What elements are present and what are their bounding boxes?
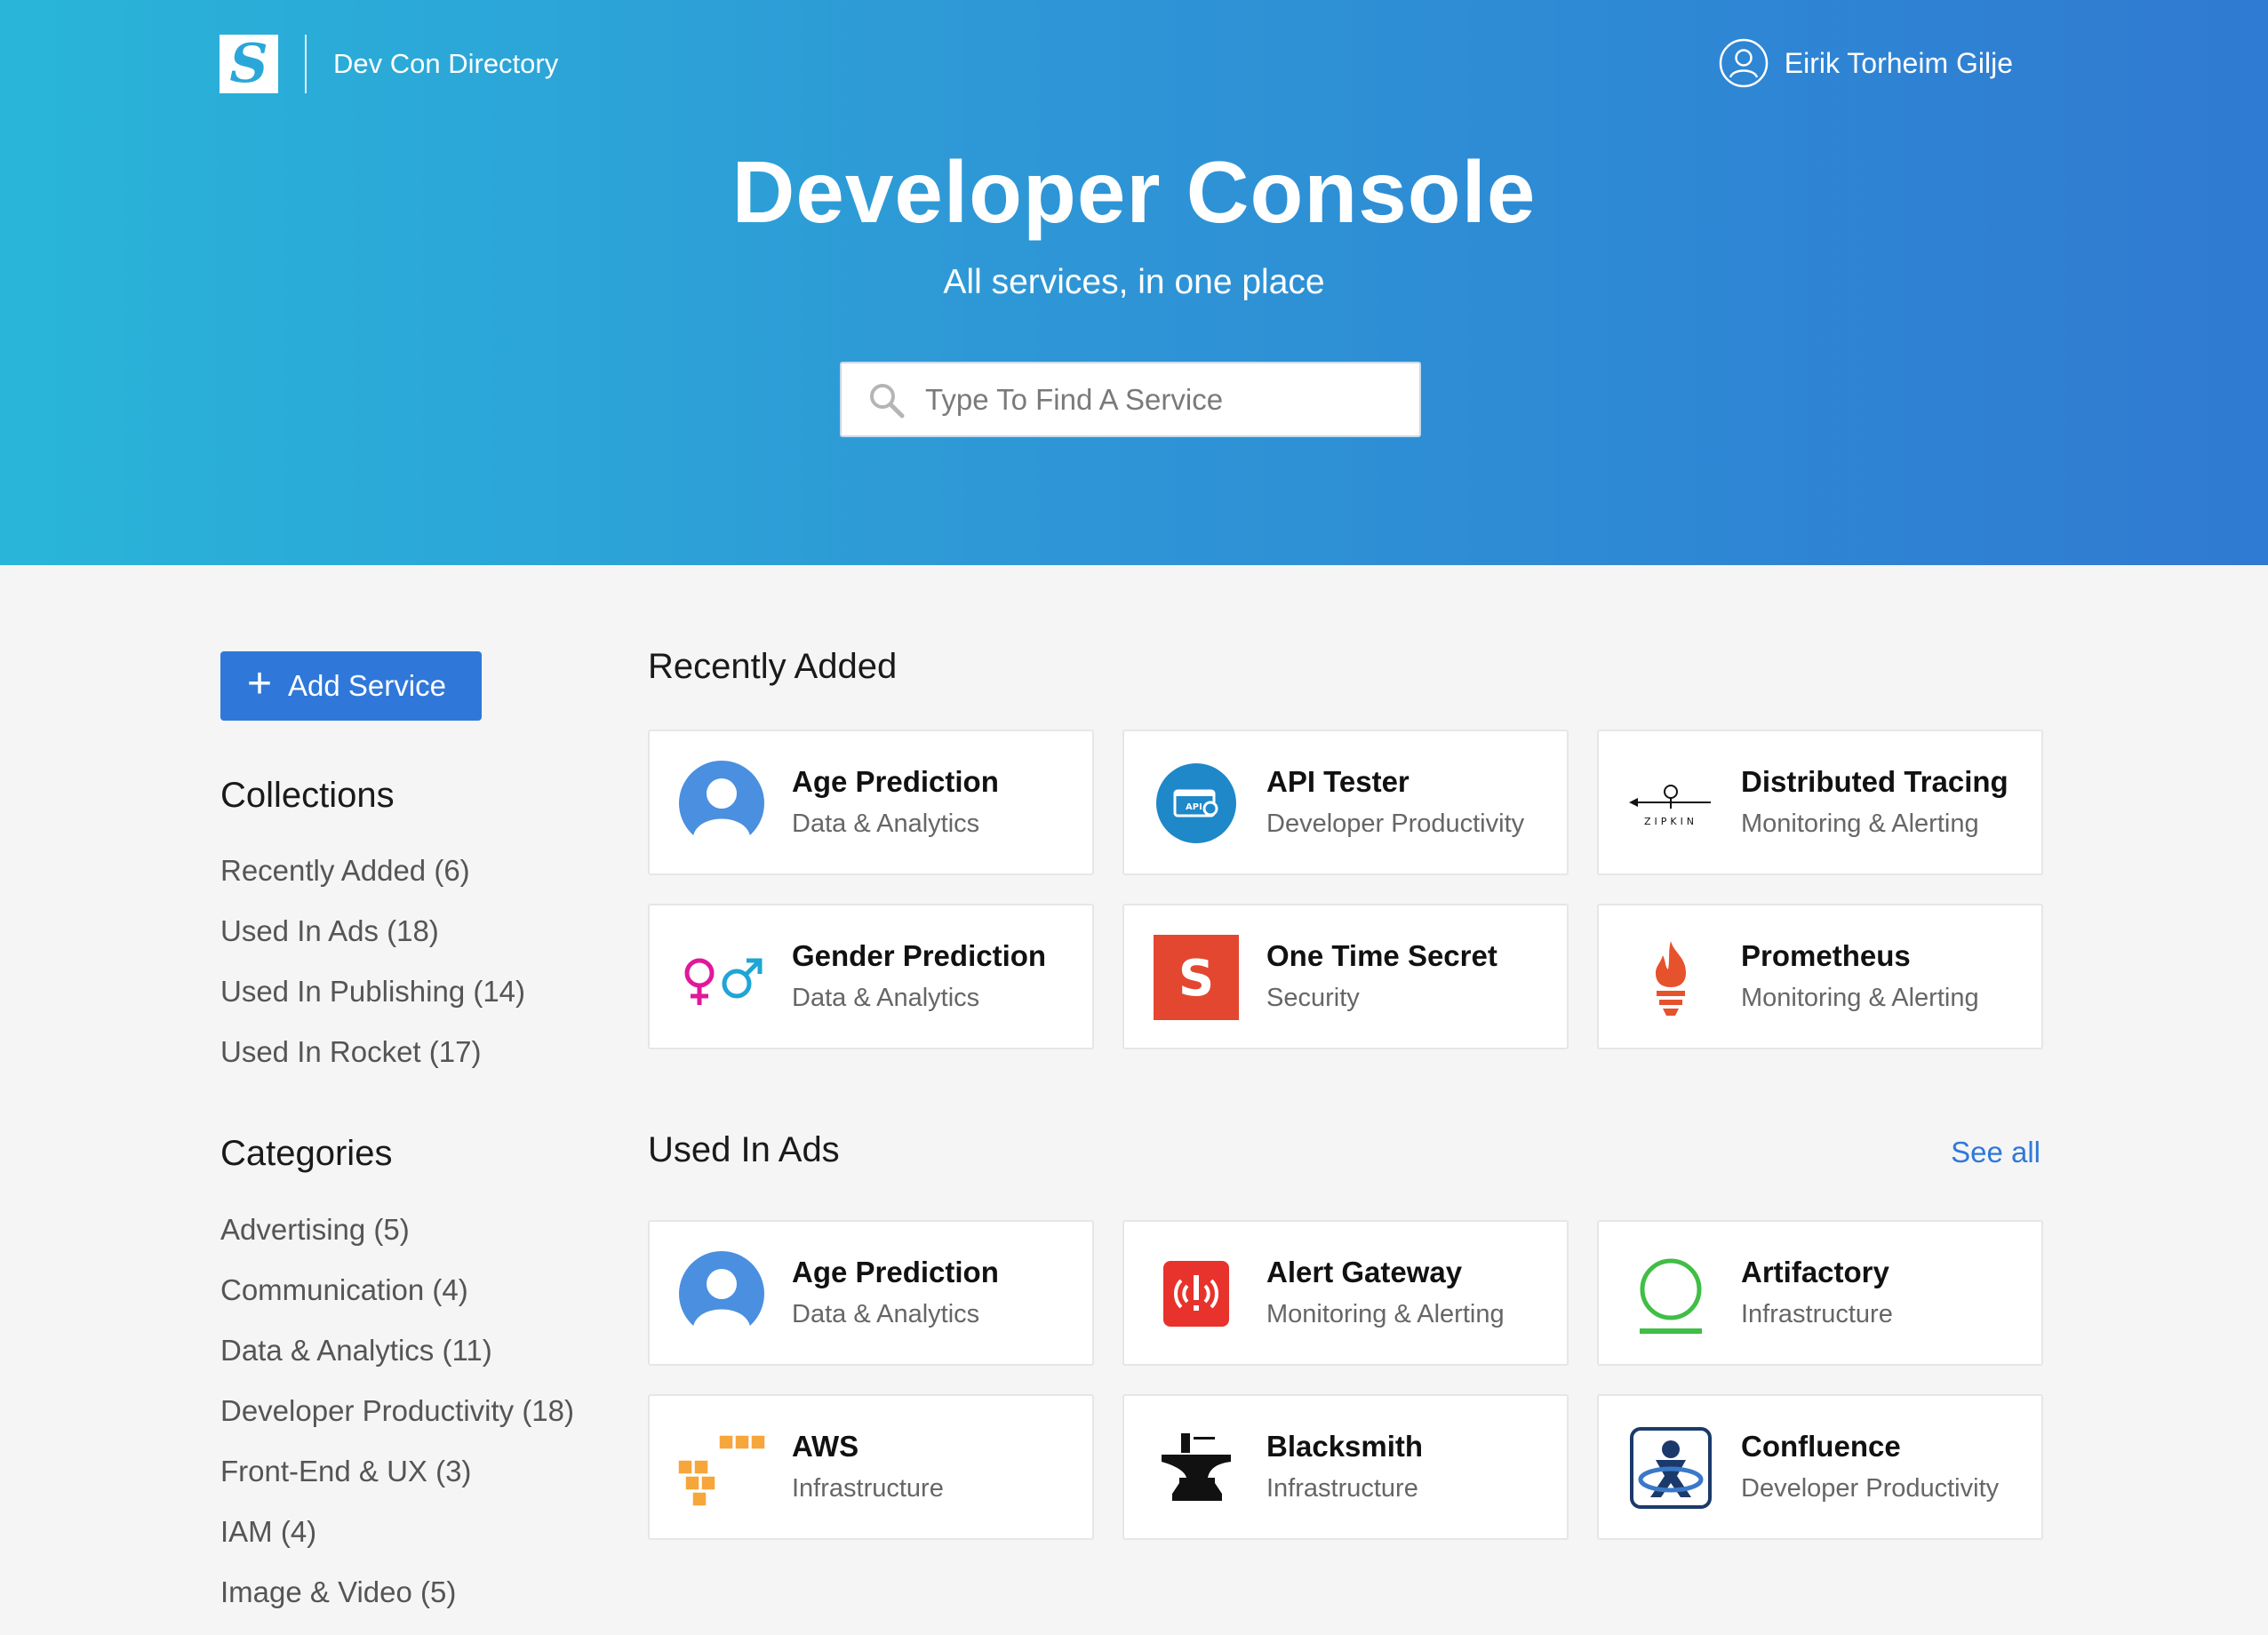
category-link[interactable]: Data & Analytics (11) <box>220 1333 574 1393</box>
prometheus-icon <box>1627 934 1714 1021</box>
hero-header: S Dev Con Directory Eirik Torheim Gilje … <box>0 0 2268 565</box>
section-title-recently-added: Recently Added <box>648 647 898 686</box>
add-service-button[interactable]: + Add Service <box>220 651 482 721</box>
alert-icon <box>1153 1250 1240 1337</box>
collections-list: Recently Added (6) Used In Ads (18) Used… <box>220 853 525 1095</box>
service-card[interactable]: Gender Prediction Data & Analytics <box>648 904 1094 1049</box>
user-avatar-icon <box>1719 38 1768 88</box>
category-link[interactable]: Front-End & UX (3) <box>220 1454 574 1514</box>
categories-heading: Categories <box>220 1134 393 1173</box>
avatar-icon <box>678 1250 765 1337</box>
service-card[interactable]: S One Time Secret Security <box>1122 904 1569 1049</box>
service-name: Prometheus <box>1741 939 1911 972</box>
logo-divider <box>305 35 307 93</box>
category-link[interactable]: Image & Video (5) <box>220 1575 574 1635</box>
anvil-icon <box>1153 1424 1240 1511</box>
service-card[interactable]: Prometheus Monitoring & Alerting <box>1597 904 2043 1049</box>
collection-link[interactable]: Used In Ads (18) <box>220 913 525 974</box>
search-box[interactable] <box>840 362 1421 437</box>
avatar-icon <box>678 760 765 847</box>
service-name: Confluence <box>1741 1430 1901 1463</box>
service-card[interactable]: Age Prediction Data & Analytics <box>648 1220 1094 1366</box>
secret-icon: S <box>1153 934 1240 1021</box>
plus-icon: + <box>247 660 273 707</box>
service-card[interactable]: Artifactory Infrastructure <box>1597 1220 2043 1366</box>
collection-link[interactable]: Recently Added (6) <box>220 853 525 913</box>
category-link[interactable]: Developer Productivity (18) <box>220 1393 574 1454</box>
section-title-used-in-ads: Used In Ads <box>648 1130 840 1169</box>
see-all-link[interactable]: See all <box>1951 1136 2040 1169</box>
service-card[interactable]: Alert Gateway Monitoring & Alerting <box>1122 1220 1569 1366</box>
zipkin-label: ZIPKIN <box>1644 816 1697 827</box>
logo-icon[interactable]: S <box>220 35 278 93</box>
search-icon <box>870 383 905 418</box>
service-category: Developer Productivity <box>1741 1474 2000 1503</box>
service-card[interactable]: Confluence Developer Productivity <box>1597 1394 2043 1540</box>
confluence-icon <box>1627 1424 1714 1511</box>
service-category: Monitoring & Alerting <box>1741 810 1979 838</box>
category-link[interactable]: Advertising (5) <box>220 1212 574 1272</box>
service-name: AWS <box>792 1430 859 1463</box>
service-category: Data & Analytics <box>792 1300 980 1328</box>
user-name: Eirik Torheim Gilje <box>1784 46 2013 79</box>
zipkin-icon: ZIPKIN <box>1627 760 1714 847</box>
service-category: Data & Analytics <box>792 810 980 838</box>
service-name: Blacksmith <box>1266 1430 1424 1463</box>
search-input[interactable] <box>925 382 1405 417</box>
service-name: Age Prediction <box>792 1256 999 1288</box>
service-category: Infrastructure <box>1266 1474 1418 1503</box>
service-category: Data & Analytics <box>792 984 980 1012</box>
service-card[interactable]: API API Tester Developer Productivity <box>1122 730 1569 875</box>
service-name: Distributed Tracing <box>1741 765 2008 798</box>
categories-list: Advertising (5) Communication (4) Data &… <box>220 1212 574 1635</box>
service-name: Age Prediction <box>792 765 999 798</box>
add-service-label: Add Service <box>288 669 446 702</box>
service-category: Infrastructure <box>792 1474 944 1503</box>
page-subtitle: All services, in one place <box>943 263 1325 301</box>
service-card[interactable]: ZIPKIN Distributed Tracing Monitoring & … <box>1597 730 2043 875</box>
collection-link[interactable]: Used In Rocket (17) <box>220 1034 525 1095</box>
category-link[interactable]: IAM (4) <box>220 1514 574 1575</box>
service-category: Developer Productivity <box>1266 810 1525 838</box>
service-category: Infrastructure <box>1741 1300 1893 1328</box>
service-category: Monitoring & Alerting <box>1741 984 1979 1012</box>
service-card[interactable]: Blacksmith Infrastructure <box>1122 1394 1569 1540</box>
brand-title[interactable]: Dev Con Directory <box>333 48 558 80</box>
api-tester-icon: API <box>1153 760 1240 847</box>
service-name: Alert Gateway <box>1266 1256 1463 1288</box>
secret-letter: S <box>1178 950 1214 1008</box>
service-name: One Time Secret <box>1266 939 1497 972</box>
artifactory-icon <box>1627 1250 1714 1337</box>
service-name: Gender Prediction <box>792 939 1047 972</box>
collections-heading: Collections <box>220 776 395 815</box>
service-card[interactable]: Age Prediction Data & Analytics <box>648 730 1094 875</box>
service-name: Artifactory <box>1741 1256 1889 1288</box>
gender-icon <box>678 934 765 1021</box>
svg-text:API: API <box>1186 802 1202 812</box>
service-category: Security <box>1266 984 1360 1012</box>
service-category: Monitoring & Alerting <box>1266 1300 1505 1328</box>
service-name: API Tester <box>1266 765 1410 798</box>
collection-link[interactable]: Used In Publishing (14) <box>220 974 525 1034</box>
aws-icon <box>678 1424 765 1511</box>
category-link[interactable]: Communication (4) <box>220 1272 574 1333</box>
service-card[interactable]: AWS Infrastructure <box>648 1394 1094 1540</box>
user-menu[interactable]: Eirik Torheim Gilje <box>1719 38 2013 88</box>
page-title: Developer Console <box>731 143 1537 241</box>
